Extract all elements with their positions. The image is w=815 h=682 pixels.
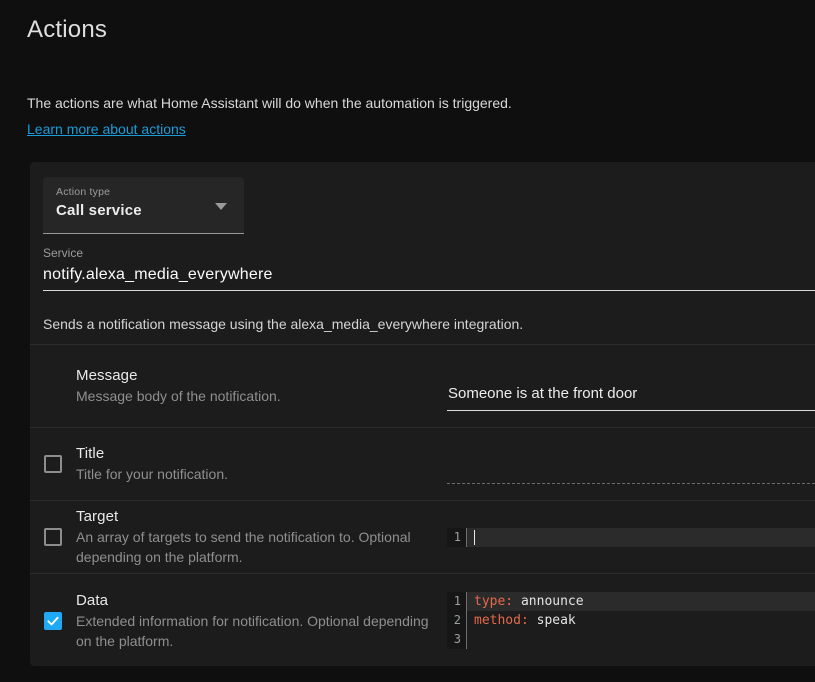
title-field-description: Title for your notification.: [76, 464, 431, 484]
line-number: 1: [447, 528, 467, 547]
message-field-name: Message: [76, 366, 431, 386]
message-input[interactable]: [447, 385, 815, 411]
field-row-data: Data Extended information for notificati…: [30, 573, 815, 667]
chevron-down-icon: [215, 203, 227, 210]
action-type-select[interactable]: Action type Call service: [43, 177, 244, 234]
data-checkbox[interactable]: [44, 612, 62, 630]
data-field-name: Data: [76, 591, 431, 611]
service-label: Service: [43, 246, 815, 260]
field-row-target: Target An array of targets to send the n…: [30, 500, 815, 573]
yaml-key: method:: [474, 611, 529, 630]
data-yaml-editor[interactable]: 1 type: announce 2 method: speak 3: [447, 592, 815, 649]
action-card: Action type Call service Service notify.…: [30, 162, 815, 666]
line-number: 1: [447, 592, 467, 611]
learn-more-link[interactable]: Learn more about actions: [27, 120, 186, 138]
actions-description: The actions are what Home Assistant will…: [27, 94, 815, 112]
title-disabled-input: [447, 483, 815, 484]
field-row-title: Title Title for your notification.: [30, 427, 815, 500]
title-field-name: Title: [76, 444, 431, 464]
target-checkbox[interactable]: [44, 528, 62, 546]
field-row-message: Message Message body of the notification…: [30, 344, 815, 427]
service-description: Sends a notification message using the a…: [30, 291, 815, 344]
service-value: notify.alexa_media_everywhere: [43, 264, 815, 286]
action-type-label: Action type: [56, 186, 244, 198]
yaml-value: speak: [529, 611, 576, 630]
target-field-name: Target: [76, 507, 431, 527]
yaml-value: announce: [513, 592, 583, 611]
text-caret: [474, 530, 475, 545]
message-field-description: Message body of the notification.: [76, 386, 431, 406]
data-field-description: Extended information for notification. O…: [76, 611, 431, 651]
target-yaml-editor[interactable]: 1: [447, 528, 815, 547]
yaml-key: type:: [474, 592, 513, 611]
title-checkbox[interactable]: [44, 455, 62, 473]
target-field-description: An array of targets to send the notifica…: [76, 527, 431, 567]
line-number: 2: [447, 611, 467, 630]
checkmark-icon: [46, 614, 60, 628]
service-field[interactable]: Service notify.alexa_media_everywhere: [43, 234, 815, 291]
page-title: Actions: [27, 15, 815, 45]
line-number: 3: [447, 630, 467, 649]
